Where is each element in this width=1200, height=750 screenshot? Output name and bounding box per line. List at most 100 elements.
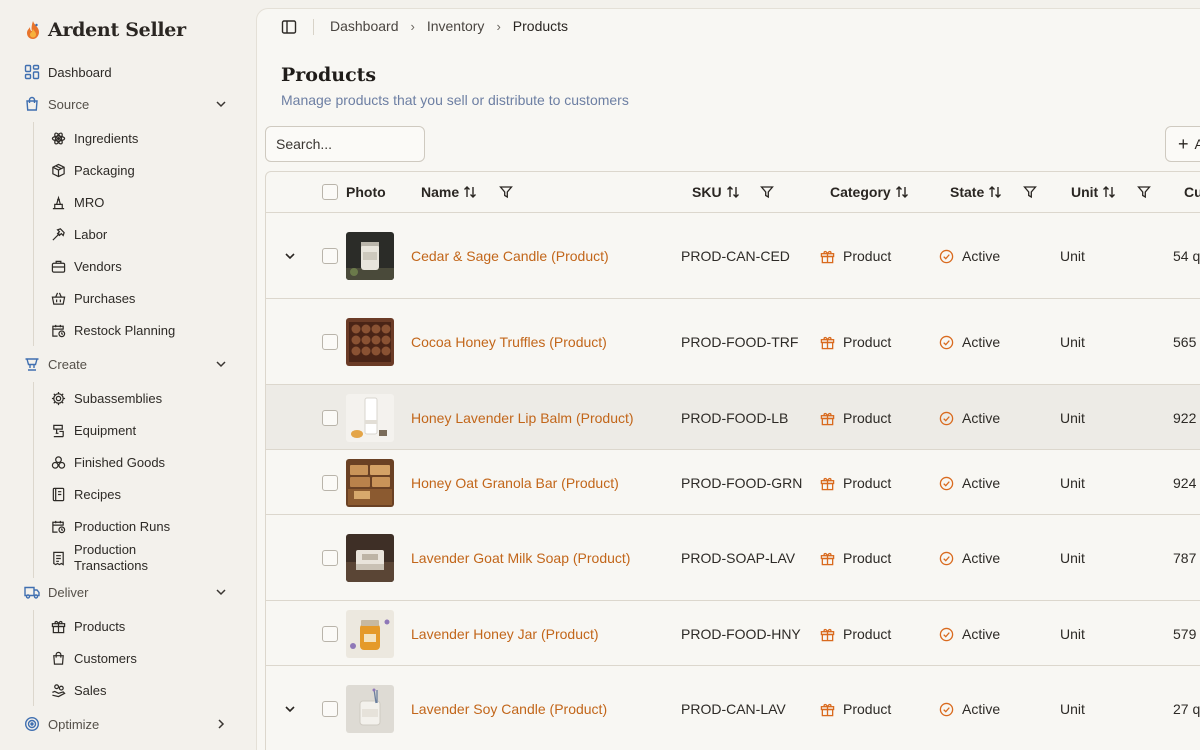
breadcrumb-inventory[interactable]: Inventory [427,18,485,34]
nav-item-finished-goods[interactable]: Finished Goods [42,448,238,476]
nav-section-deliver[interactable]: Deliver [16,578,238,606]
truck-icon [24,584,40,600]
nav-item-sales[interactable]: Sales [42,676,238,704]
product-name-link[interactable]: Lavender Soy Candle (Product) [411,701,607,717]
nav-item-customers[interactable]: Customers [42,644,238,672]
search-input[interactable] [265,126,425,162]
row-checkbox[interactable] [322,248,338,264]
nav-dashboard[interactable]: Dashboard [16,58,238,86]
filter-icon[interactable] [1137,185,1151,199]
select-all-checkbox[interactable] [322,184,338,200]
chevron-down-icon[interactable] [214,357,228,371]
nav-section-optimize[interactable]: Optimize [16,710,238,738]
nav-item-ingredients[interactable]: Ingredients [42,124,238,152]
product-unit: Unit [1060,410,1085,426]
nav-dashboard-label: Dashboard [48,64,112,80]
nav-item-equipment[interactable]: Equipment [42,416,238,444]
product-name-link[interactable]: Lavender Goat Milk Soap (Product) [411,550,630,566]
gift-icon [820,703,835,716]
col-unit[interactable]: Unit [1071,184,1116,200]
col-qty[interactable]: Cu [1184,184,1200,200]
breadcrumb-dashboard[interactable]: Dashboard [330,18,399,34]
chevron-right-icon[interactable] [214,717,228,731]
col-category[interactable]: Category [830,184,909,200]
sort-icon[interactable] [895,185,909,199]
nav-item-production-transactions[interactable]: Production Transactions [42,540,238,576]
product-name-link[interactable]: Honey Oat Granola Bar (Product) [411,475,619,491]
category-label: Product [843,701,892,717]
table-row[interactable]: Lavender Soy Candle (Product) PROD-CAN-LA… [266,666,1200,750]
nav-section-create[interactable]: Create [16,350,238,378]
sort-icon[interactable] [726,185,740,199]
product-state: Active [939,410,1000,426]
nav-item-label: Equipment [74,422,137,438]
product-name-link[interactable]: Cocoa Honey Truffles (Product) [411,334,607,350]
nav-item-production-runs[interactable]: Production Runs [42,512,238,540]
chevron-down-icon[interactable] [214,97,228,111]
nav-item-label: Labor [74,226,108,242]
add-product-button[interactable]: + A [1165,126,1200,162]
table-row[interactable]: Honey Oat Granola Bar (Product) PROD-FOOD… [266,450,1200,515]
product-sku: PROD-CAN-LAV [681,701,786,717]
row-checkbox[interactable] [322,701,338,717]
nav-item-recipes[interactable]: Recipes [42,480,238,508]
gift-icon [50,618,66,634]
nav-item-purchases[interactable]: Purchases [42,284,238,312]
row-checkbox[interactable] [322,475,338,491]
brand[interactable]: Ardent Seller [24,19,186,41]
nav-item-packaging[interactable]: Packaging [42,156,238,184]
col-sku[interactable]: SKU [692,184,740,200]
nav-item-vendors[interactable]: Vendors [42,252,238,280]
sidebar-toggle-icon[interactable] [281,19,297,35]
sort-icon[interactable] [1102,185,1116,199]
nav-item-restock-planning[interactable]: Restock Planning [42,316,238,344]
filter-icon[interactable] [499,185,513,199]
col-state[interactable]: State [950,184,1002,200]
product-name-link[interactable]: Lavender Honey Jar (Product) [411,626,599,642]
table-row[interactable]: Lavender Goat Milk Soap (Product) PROD-SO… [266,515,1200,601]
nav-item-label: Packaging [74,162,135,178]
nav-item-label: Restock Planning [74,322,176,338]
col-category-label: Category [830,184,891,200]
filter-icon[interactable] [1023,185,1037,199]
sort-icon[interactable] [988,185,1002,199]
row-checkbox[interactable] [322,550,338,566]
plus-icon: + [1178,134,1189,154]
row-checkbox[interactable] [322,410,338,426]
target-icon [24,716,40,732]
gift-icon [820,250,835,263]
table-row[interactable]: Honey Lavender Lip Balm (Product) PROD-FO… [266,385,1200,450]
sort-icon[interactable] [463,185,477,199]
nav-section-source[interactable]: Source [16,90,238,118]
table-row[interactable]: Cocoa Honey Truffles (Product) PROD-FOOD-… [266,299,1200,385]
chevron-down-icon[interactable] [214,585,228,599]
sidebar: Ardent Seller Dashboard Source Ingredien… [0,0,256,750]
product-quantity: 924 [1173,475,1197,491]
chevron-down-icon[interactable] [283,702,297,716]
table-row[interactable]: Cedar & Sage Candle (Product) PROD-CAN-CE… [266,213,1200,299]
main-panel: Dashboard › Inventory › Products Product… [256,8,1200,750]
table-row[interactable]: Lavender Honey Jar (Product) PROD-FOOD-HN… [266,601,1200,666]
filter-icon[interactable] [760,185,774,199]
state-label: Active [962,334,1001,350]
product-name-link[interactable]: Cedar & Sage Candle (Product) [411,248,609,264]
col-photo-label: Photo [346,184,386,200]
nav-item-labor[interactable]: Labor [42,220,238,248]
nav-tree-line [33,382,34,578]
col-name[interactable]: Name [421,184,477,200]
nav-optimize-label: Optimize [48,716,100,732]
nav-item-subassemblies[interactable]: Subassemblies [42,384,238,412]
product-sku: PROD-FOOD-HNY [681,626,801,642]
check-circle-icon [939,249,954,263]
chevron-down-icon[interactable] [283,249,297,263]
products-table: Photo Name SKU Category State Unit Cu Ce [265,171,1200,750]
nav-item-mro[interactable]: MRO [42,188,238,216]
product-name-link[interactable]: Honey Lavender Lip Balm (Product) [411,410,634,426]
row-checkbox[interactable] [322,626,338,642]
nav-item-products[interactable]: Products [42,612,238,640]
row-checkbox[interactable] [322,334,338,350]
breadcrumb: Dashboard › Inventory › Products [330,18,568,34]
mixer-icon [50,422,66,438]
product-photo [346,685,394,733]
product-category: Product [820,248,891,264]
